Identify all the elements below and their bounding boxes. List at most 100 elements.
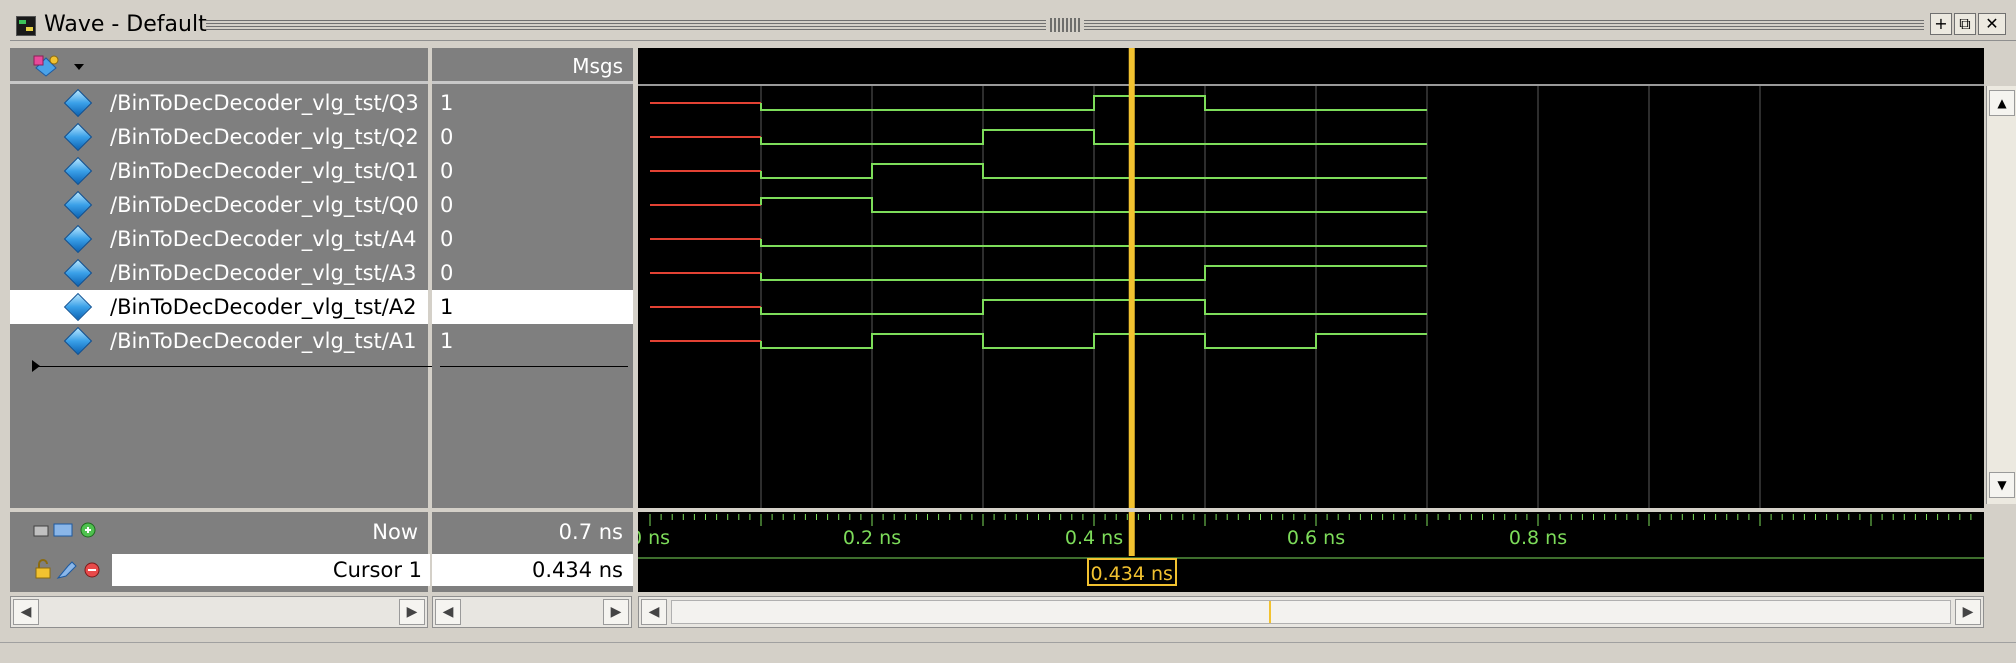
chevron-down-icon[interactable]: [74, 64, 84, 70]
signal-diamond-icon: [63, 292, 93, 322]
scroll-down-button[interactable]: ▼: [1989, 472, 2015, 498]
signal-name: /BinToDecDecoder_vlg_tst/Q3: [110, 91, 419, 115]
signal-name: /BinToDecDecoder_vlg_tst/A3: [110, 261, 417, 285]
now-label: Now: [372, 520, 418, 544]
signal-diamond-icon: [63, 190, 93, 220]
signal-name: /BinToDecDecoder_vlg_tst/A1: [110, 329, 417, 353]
waveform-canvas[interactable]: [638, 48, 1984, 508]
signal-value-row[interactable]: 0: [432, 188, 633, 222]
scroll-thumb[interactable]: [671, 600, 1951, 624]
signal-value-row[interactable]: 0: [432, 222, 633, 256]
signal-row[interactable]: /BinToDecDecoder_vlg_tst/Q3: [10, 86, 428, 120]
signal-value: 0: [440, 227, 454, 251]
waveform-panel[interactable]: [638, 48, 1984, 508]
signal-name: /BinToDecDecoder_vlg_tst/A4: [110, 227, 417, 251]
wave-horizontal-scrollbar[interactable]: ◀ ▶: [638, 596, 1984, 628]
signal-value-row[interactable]: 0: [432, 120, 633, 154]
ruler-tick-label: 0.4 ns: [1065, 527, 1123, 549]
status-values-area: 0.7 ns 0.434 ns: [432, 512, 636, 592]
signal-diamond-icon: [63, 224, 93, 254]
cursor-toolbar-icons[interactable]: [32, 558, 112, 582]
window-title: Wave - Default: [44, 12, 207, 37]
signal-row[interactable]: /BinToDecDecoder_vlg_tst/Q0: [10, 188, 428, 222]
window-bottom-border: [0, 642, 2016, 663]
signal-name: /BinToDecDecoder_vlg_tst/Q0: [110, 193, 419, 217]
scroll-right-button[interactable]: ▶: [1955, 599, 1981, 625]
title-grip-right: [1084, 20, 1924, 30]
signal-value: 0: [440, 159, 454, 183]
status-toolbar-icons[interactable]: [32, 520, 98, 540]
ruler-cursor: [1128, 512, 1135, 556]
ruler-tick-label: 0.6 ns: [1287, 527, 1345, 549]
vertical-scrollbar[interactable]: ▲ ▼: [1986, 86, 2016, 504]
undock-button[interactable]: ⧉: [1954, 13, 1976, 35]
title-grip-left: [206, 20, 1046, 30]
signal-value-row[interactable]: 0: [432, 256, 633, 290]
signal-diamond-icon: [63, 88, 93, 118]
cursor-time-tag[interactable]: 0.434 ns: [1086, 558, 1177, 586]
signal-list: /BinToDecDecoder_vlg_tst/Q3/BinToDecDeco…: [10, 86, 428, 406]
waveform-q2: [760, 129, 1427, 145]
waveform-a1: [760, 333, 1427, 349]
signal-value: 1: [440, 91, 454, 115]
ruler-tick-label: 0 ns: [638, 527, 670, 549]
signal-diamond-icon: [63, 156, 93, 186]
scroll-up-button[interactable]: ▲: [1989, 90, 2015, 116]
cursor-value-box[interactable]: 0.434 ns: [432, 554, 633, 586]
cursor-name-box[interactable]: Cursor 1: [112, 554, 430, 586]
title-drag-handle[interactable]: [1050, 18, 1080, 32]
signal-names-panel: /BinToDecDecoder_vlg_tst/Q3/BinToDecDeco…: [10, 48, 434, 508]
add-pane-button[interactable]: +: [1930, 13, 1952, 35]
signal-value-row[interactable]: 0: [432, 154, 633, 188]
time-cursor: [1128, 48, 1135, 508]
scroll-left-button[interactable]: ◀: [13, 599, 39, 625]
waveform-q3: [760, 95, 1427, 111]
signal-value: 1: [440, 329, 454, 353]
signal-row[interactable]: /BinToDecDecoder_vlg_tst/A2: [10, 290, 428, 324]
signal-diamond-icon: [63, 326, 93, 356]
msgs-column-header: Msgs: [432, 48, 633, 84]
insertion-marker-icon: [32, 360, 40, 372]
scroll-right-button[interactable]: ▶: [399, 599, 425, 625]
close-button[interactable]: ✕: [1978, 13, 2006, 35]
signal-name: /BinToDecDecoder_vlg_tst/Q2: [110, 125, 419, 149]
timeline-ruler[interactable]: 0 ns 0.2 ns 0.4 ns 0.6 ns 0.8 ns 0.434 ns: [630, 512, 1984, 592]
scroll-left-button[interactable]: ◀: [641, 599, 667, 625]
scroll-right-button[interactable]: ▶: [603, 599, 629, 625]
value-list: 1 0 0 0 0 0 1 1: [432, 86, 633, 406]
signal-value: 0: [440, 193, 454, 217]
signal-diamond-icon: [63, 258, 93, 288]
scroll-cursor-marker: [1269, 601, 1271, 623]
signal-value: 0: [440, 125, 454, 149]
signal-value-row[interactable]: 1: [432, 86, 633, 120]
palette-icon[interactable]: [32, 54, 60, 78]
timeline-canvas[interactable]: 0 ns 0.2 ns 0.4 ns 0.6 ns 0.8 ns: [630, 512, 1984, 592]
scroll-left-button[interactable]: ◀: [435, 599, 461, 625]
names-header: [10, 48, 428, 84]
signal-values-panel: Msgs 1 0 0 0 0 0 1 1: [432, 48, 636, 508]
list-end-divider: [34, 366, 434, 367]
signal-row[interactable]: /BinToDecDecoder_vlg_tst/A1: [10, 324, 428, 358]
signal-value: 1: [440, 295, 454, 319]
wave-header-divider: [638, 84, 1984, 86]
names-horizontal-scrollbar[interactable]: ◀ ▶: [10, 596, 428, 628]
signal-value-row[interactable]: 1: [432, 324, 633, 358]
signal-name: /BinToDecDecoder_vlg_tst/A2: [110, 295, 417, 319]
ruler-tick-label: 0.2 ns: [843, 527, 901, 549]
signal-row[interactable]: /BinToDecDecoder_vlg_tst/Q2: [10, 120, 428, 154]
signal-row[interactable]: /BinToDecDecoder_vlg_tst/A4: [10, 222, 428, 256]
cursor-name: Cursor 1: [332, 558, 422, 582]
now-value: 0.7 ns: [558, 520, 623, 544]
wave-window-icon: [16, 16, 36, 36]
window-title-bar[interactable]: Wave - Default + ⧉ ✕: [10, 10, 2016, 41]
signal-value: 0: [440, 261, 454, 285]
cursor-value: 0.434 ns: [531, 558, 623, 582]
signal-row[interactable]: /BinToDecDecoder_vlg_tst/Q1: [10, 154, 428, 188]
status-names-area: Now Cursor 1: [10, 512, 432, 592]
ruler-tick-label: 0.8 ns: [1509, 527, 1567, 549]
signal-value-row[interactable]: 1: [432, 290, 633, 324]
signal-row[interactable]: /BinToDecDecoder_vlg_tst/A3: [10, 256, 428, 290]
signal-name: /BinToDecDecoder_vlg_tst/Q1: [110, 159, 419, 183]
values-end-divider: [440, 366, 628, 367]
values-horizontal-scrollbar[interactable]: ◀ ▶: [432, 596, 632, 628]
